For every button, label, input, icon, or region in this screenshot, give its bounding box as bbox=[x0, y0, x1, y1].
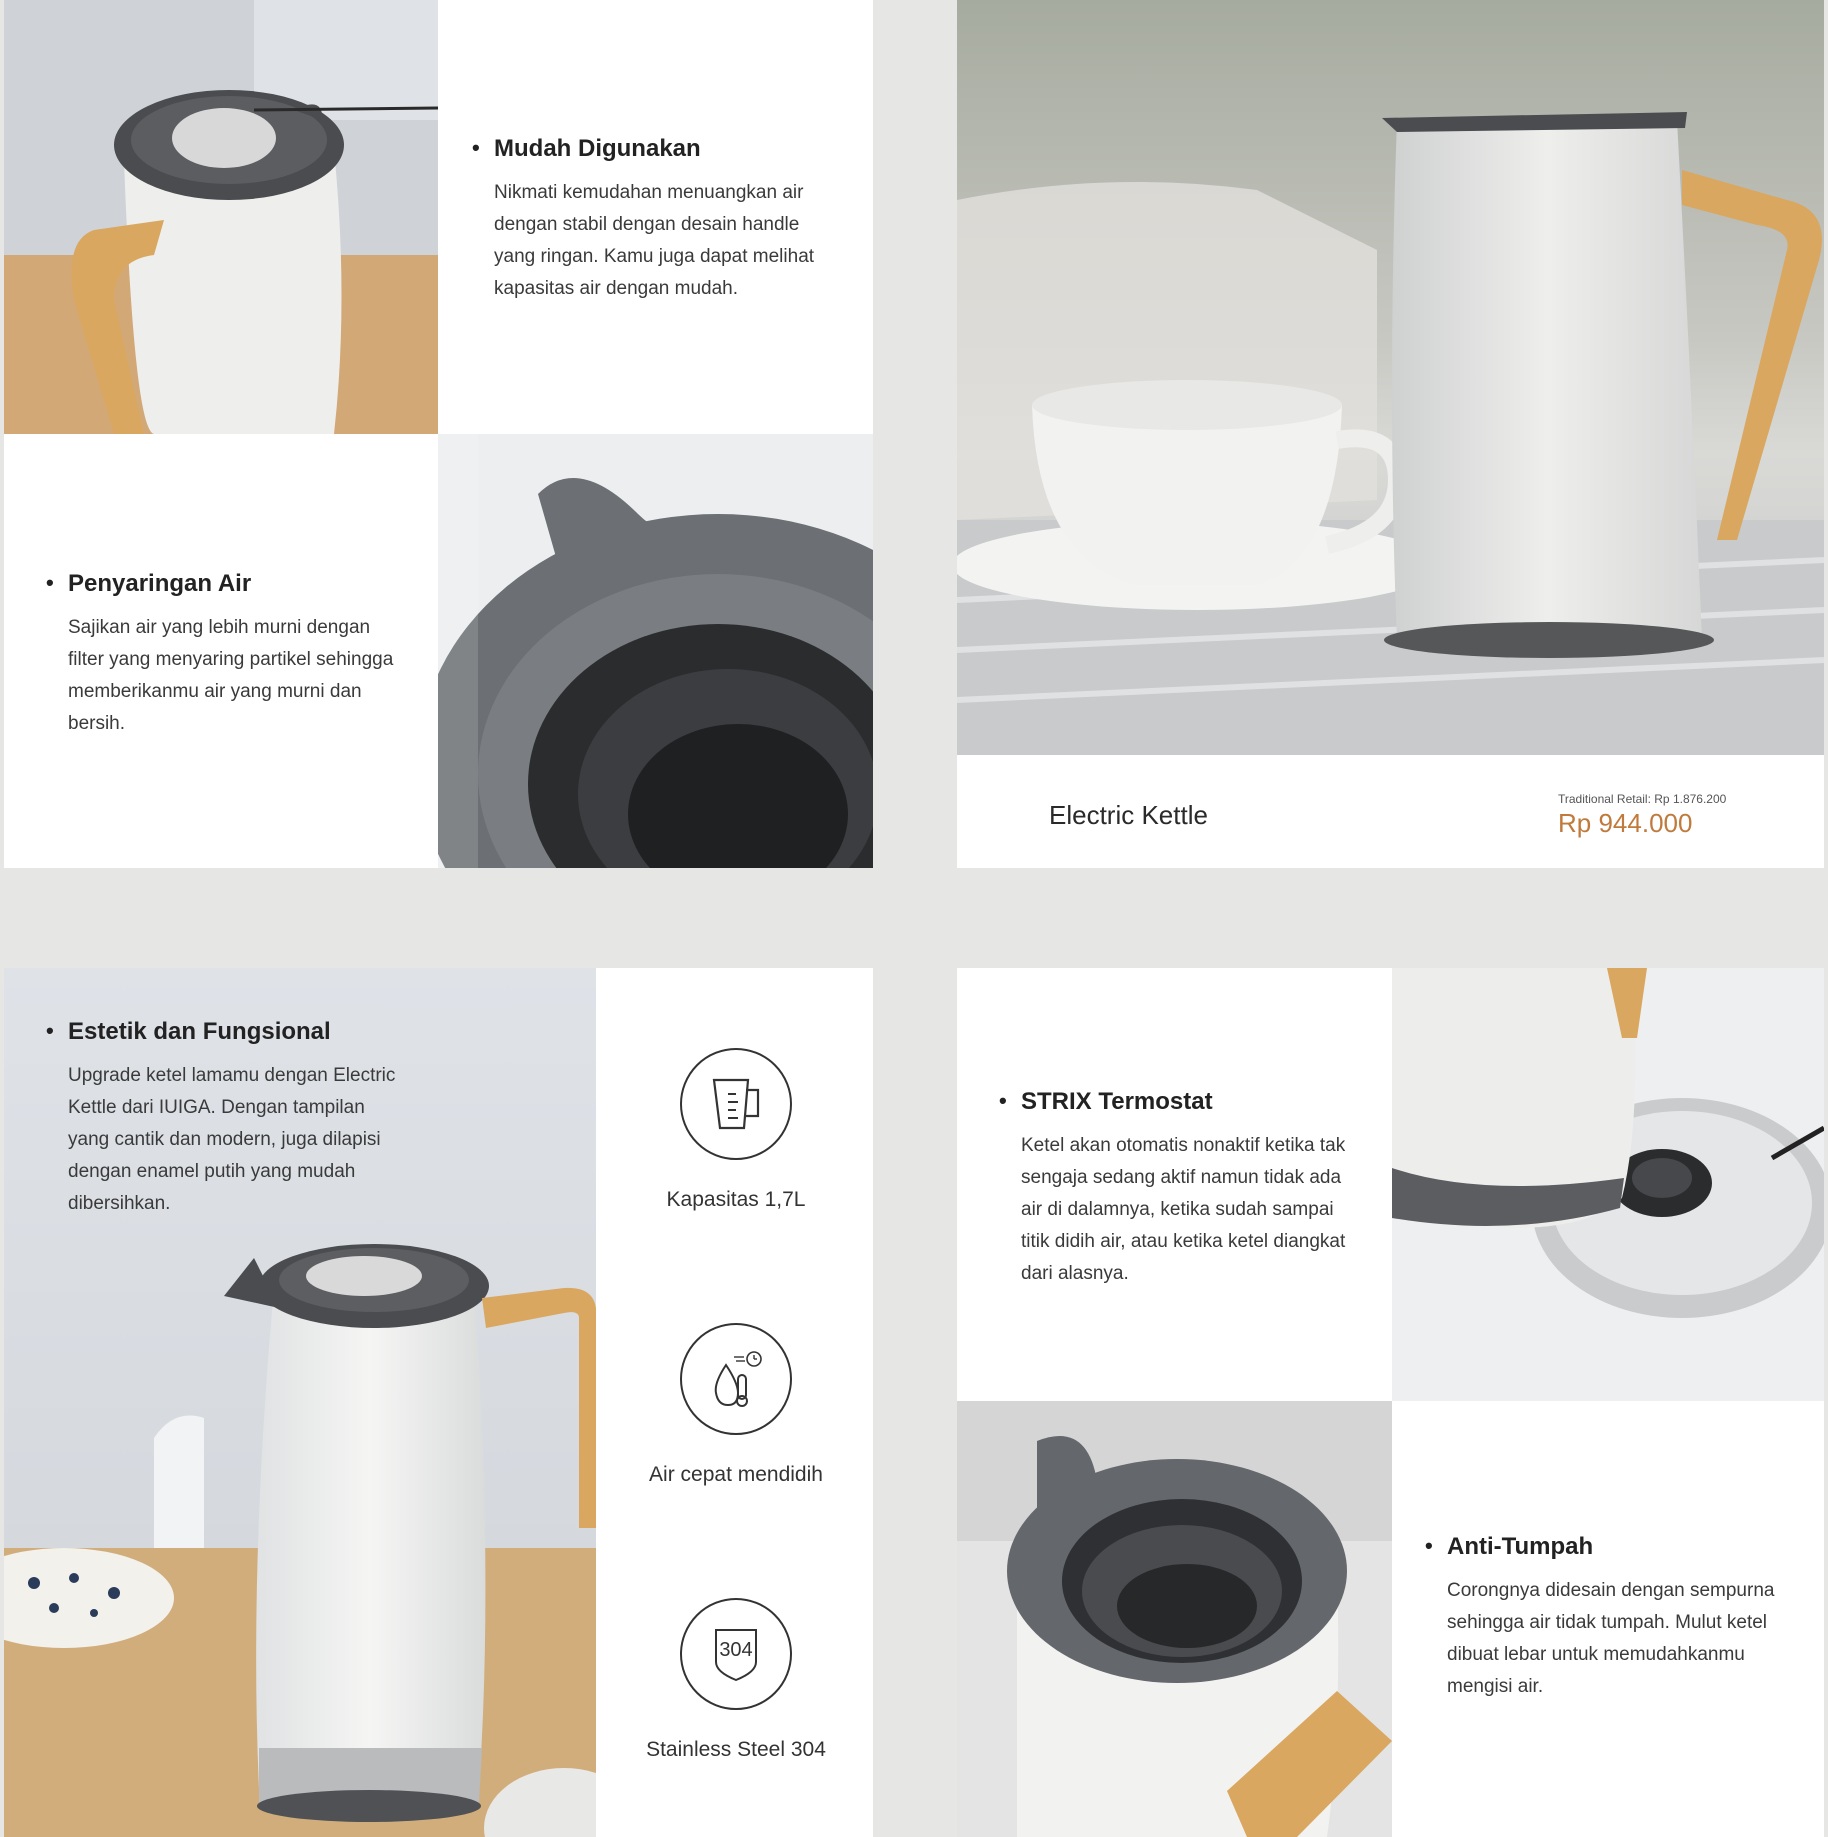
spec-fast-boil: Air cepat mendidih bbox=[596, 1323, 873, 1487]
shield-304-badge: 304 bbox=[719, 1639, 752, 1661]
product-name: Electric Kettle bbox=[1049, 800, 1208, 830]
spec-steel-label: Stainless Steel 304 bbox=[646, 1738, 826, 1761]
kettle-spout-photo bbox=[438, 434, 873, 868]
kettle-spout-illustration bbox=[438, 434, 873, 868]
feature-ease-title: Mudah Digunakan bbox=[472, 135, 834, 163]
product-price: Rp 944.000 bbox=[1558, 808, 1693, 838]
feature-thermostat: STRIX Termostat Ketel akan otomatis nona… bbox=[999, 1088, 1361, 1290]
spec-fast-boil-label: Air cepat mendidih bbox=[649, 1463, 823, 1486]
feature-thermostat-body: Ketel akan otomatis nonaktif ketika tak … bbox=[1021, 1135, 1346, 1284]
spec-steel: 304 Stainless Steel 304 bbox=[596, 1598, 873, 1762]
kettle-base-photo bbox=[1392, 968, 1824, 1401]
kettle-hero-photo bbox=[957, 0, 1824, 755]
feature-ease-body: Nikmati kemudahan menuangkan air dengan … bbox=[494, 182, 815, 299]
feature-spill-title: Anti-Tumpah bbox=[1425, 1533, 1787, 1561]
feature-panel-bottom-left: Estetik dan Fungsional Upgrade ketel lam… bbox=[4, 968, 873, 1837]
feature-filter: Penyaringan Air Sajikan air yang lebih m… bbox=[46, 570, 408, 740]
traditional-retail-price: Traditional Retail: Rp 1.876.200 bbox=[1558, 792, 1727, 806]
spec-capacity-label: Kapasitas 1,7L bbox=[666, 1188, 806, 1211]
feature-aesthetic-title: Estetik dan Fungsional bbox=[46, 1018, 408, 1046]
feature-filter-body: Sajikan air yang lebih murni dengan filt… bbox=[68, 617, 394, 734]
kettle-hero-illustration bbox=[957, 0, 1824, 755]
product-hero-panel: Electric Kettle Traditional Retail: Rp 1… bbox=[957, 0, 1824, 868]
feature-panel-bottom-right: STRIX Termostat Ketel akan otomatis nona… bbox=[957, 968, 1824, 1837]
measuring-jug-icon bbox=[680, 1048, 792, 1160]
feature-filter-title: Penyaringan Air bbox=[46, 570, 408, 598]
shield-304-icon: 304 bbox=[680, 1598, 792, 1710]
feature-spill-body: Corongnya didesain dengan sempurna sehin… bbox=[1447, 1580, 1775, 1697]
feature-spill: Anti-Tumpah Corongnya didesain dengan se… bbox=[1425, 1533, 1787, 1703]
feature-thermostat-title: STRIX Termostat bbox=[999, 1088, 1361, 1116]
kettle-mouth-photo bbox=[957, 1401, 1392, 1837]
kettle-base-illustration bbox=[1392, 968, 1824, 1401]
feature-ease: Mudah Digunakan Nikmati kemudahan menuan… bbox=[472, 135, 834, 305]
fast-boil-icon bbox=[680, 1323, 792, 1435]
kettle-mouth-illustration bbox=[957, 1401, 1392, 1837]
kettle-lid-illustration bbox=[4, 0, 438, 434]
feature-panel-top-left: Mudah Digunakan Nikmati kemudahan menuan… bbox=[4, 0, 873, 868]
kettle-lid-photo bbox=[4, 0, 438, 434]
feature-aesthetic-body: Upgrade ketel lamamu dengan Electric Ket… bbox=[68, 1065, 396, 1214]
spec-capacity: Kapasitas 1,7L bbox=[596, 1048, 873, 1212]
feature-aesthetic: Estetik dan Fungsional Upgrade ketel lam… bbox=[46, 1018, 408, 1220]
